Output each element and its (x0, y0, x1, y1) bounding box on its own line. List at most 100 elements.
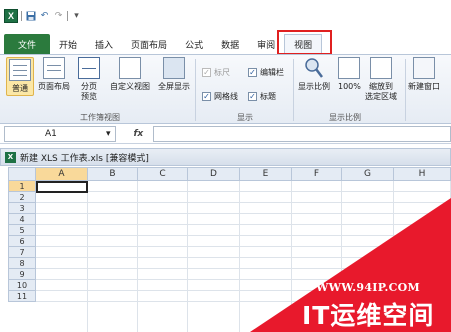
divider (67, 11, 68, 21)
normal-view-icon (9, 59, 31, 81)
page-layout-icon (43, 57, 65, 79)
check-icon: ✓ (202, 68, 211, 77)
page-break-icon (78, 57, 100, 79)
customize-icon[interactable]: ▾ (71, 11, 82, 22)
headings-checkbox[interactable]: ✓ 标题 (248, 91, 276, 102)
page-layout-view-button[interactable]: 页面布局 (38, 57, 70, 92)
normal-view-button[interactable]: 普通 (6, 57, 34, 96)
zoom-selection-icon (370, 57, 392, 79)
row-header-8[interactable]: 8 (8, 258, 36, 269)
redo-icon[interactable]: ↷ (53, 11, 64, 22)
quick-access-toolbar: X ↶ ↷ ▾ (0, 0, 451, 32)
workbook-titlebar: X 新建 XLS 工作表.xls [兼容模式] (0, 148, 451, 166)
row-header-3[interactable]: 3 (8, 203, 36, 214)
row-header-5[interactable]: 5 (8, 225, 36, 236)
tab-formulas[interactable]: 公式 (176, 34, 212, 54)
gridline (36, 290, 451, 291)
full-screen-icon (163, 57, 185, 79)
page-break-label: 分页 预览 (81, 82, 97, 101)
zoom-100-button[interactable]: 100% (338, 57, 361, 92)
active-cell-a1[interactable] (36, 181, 88, 193)
column-header-a[interactable]: A (36, 167, 88, 181)
zoom-selection-button[interactable]: 缩放到 选定区域 (365, 57, 397, 102)
select-all-corner[interactable] (8, 167, 36, 181)
workbook-icon: X (5, 151, 16, 163)
column-header-c[interactable]: C (138, 167, 188, 181)
headings-label: 标题 (260, 92, 276, 101)
ruler-checkbox[interactable]: ✓ 标尺 (202, 67, 230, 78)
ruler-label: 标尺 (214, 68, 230, 77)
column-header-h[interactable]: H (394, 167, 451, 181)
gridline (36, 246, 451, 247)
page-layout-label: 页面布局 (38, 82, 70, 91)
custom-view-icon (119, 57, 141, 79)
tab-view[interactable]: 视图 (284, 34, 323, 54)
gridline (36, 224, 451, 225)
ribbon-tabs: 文件 开始 插入 页面布局 公式 数据 审阅 视图 (0, 32, 451, 54)
tab-data[interactable]: 数据 (212, 34, 248, 54)
new-window-button[interactable]: 新建窗口 (408, 57, 440, 92)
row-header-6[interactable]: 6 (8, 236, 36, 247)
zoom-label: 显示比例 (298, 82, 330, 91)
divider (21, 11, 22, 21)
full-screen-label: 全屏显示 (158, 82, 190, 91)
name-box-value: A1 (45, 128, 57, 139)
column-header-b[interactable]: B (88, 167, 138, 181)
check-icon: ✓ (202, 92, 211, 101)
formula-bar: A1 ▾ fx (0, 124, 451, 144)
gridline (36, 257, 451, 258)
zoom-button[interactable]: 显示比例 (298, 57, 330, 92)
tab-file[interactable]: 文件 (4, 34, 51, 54)
save-icon[interactable] (25, 11, 36, 22)
tab-page-layout[interactable]: 页面布局 (122, 34, 176, 54)
insert-function-icon[interactable]: fx (134, 129, 144, 139)
undo-icon[interactable]: ↶ (39, 11, 50, 22)
page-break-preview-button[interactable]: 分页 预览 (78, 57, 100, 102)
group-label-workbook-views: 工作簿视图 (80, 113, 120, 122)
tab-home[interactable]: 开始 (50, 34, 86, 54)
check-icon: ✓ (248, 92, 257, 101)
row-header-11[interactable]: 11 (8, 291, 36, 302)
formula-bar-label: 编辑栏 (260, 68, 284, 77)
zoom-100-label: 100% (338, 82, 361, 91)
custom-view-button[interactable]: 自定义视图 (110, 57, 150, 92)
excel-logo-icon[interactable]: X (4, 9, 18, 23)
row-header-10[interactable]: 10 (8, 280, 36, 291)
normal-view-label: 普通 (12, 84, 28, 93)
gridline (36, 213, 451, 214)
row-header-7[interactable]: 7 (8, 247, 36, 258)
chevron-down-icon[interactable]: ▾ (106, 129, 111, 139)
gridlines-checkbox[interactable]: ✓ 网格线 (202, 91, 238, 102)
gridline (36, 191, 451, 192)
row-header-2[interactable]: 2 (8, 192, 36, 203)
group-divider (293, 59, 294, 121)
column-header-e[interactable]: E (240, 167, 292, 181)
gridline (36, 301, 451, 302)
row-header-1[interactable]: 1 (8, 181, 36, 192)
new-window-icon (413, 57, 435, 79)
ribbon: 普通 页面布局 分页 预览 自定义视图 全屏显示 工作簿视图 ✓ 标尺 ✓ 编辑… (0, 54, 451, 124)
group-label-show: 显示 (237, 113, 253, 122)
group-label-zoom: 显示比例 (329, 113, 361, 122)
column-header-g[interactable]: G (342, 167, 394, 181)
row-header-4[interactable]: 4 (8, 214, 36, 225)
zoom-selection-label: 缩放到 选定区域 (365, 82, 397, 101)
group-divider (405, 59, 406, 121)
tab-insert[interactable]: 插入 (86, 34, 122, 54)
formula-input[interactable] (153, 125, 451, 142)
gridlines-label: 网格线 (214, 92, 238, 101)
gridline (36, 202, 451, 203)
column-header-d[interactable]: D (188, 167, 240, 181)
new-window-label: 新建窗口 (408, 82, 440, 91)
page-100-icon (338, 57, 361, 79)
tab-review[interactable]: 审阅 (248, 34, 284, 54)
column-header-f[interactable]: F (292, 167, 342, 181)
worksheet-grid[interactable]: A B C D E F G H 1 2 3 4 5 6 7 8 9 10 11 (0, 167, 451, 332)
name-box[interactable]: A1 ▾ (4, 125, 116, 142)
row-header-9[interactable]: 9 (8, 269, 36, 280)
custom-view-label: 自定义视图 (110, 82, 150, 91)
full-screen-button[interactable]: 全屏显示 (158, 57, 190, 92)
check-icon: ✓ (248, 68, 257, 77)
gridline (36, 279, 451, 280)
formula-bar-checkbox[interactable]: ✓ 编辑栏 (248, 67, 284, 78)
